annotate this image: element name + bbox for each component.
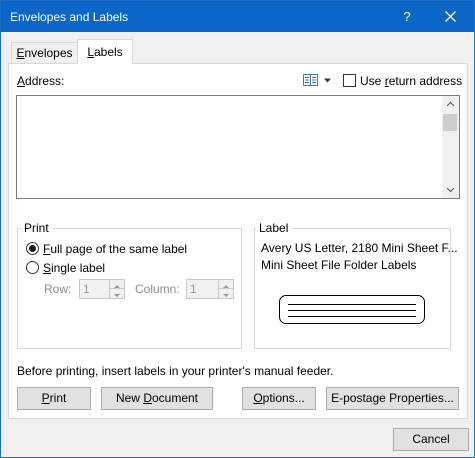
spin-down-icon: [114, 294, 120, 297]
address-label: Address:: [17, 74, 64, 88]
address-scrollbar[interactable]: [442, 96, 459, 198]
options-label: ptions...: [262, 391, 305, 405]
tab-labels[interactable]: Labels: [77, 39, 133, 64]
label-product-description[interactable]: Mini Sheet File Folder Labels: [261, 258, 416, 272]
scroll-up-icon: [446, 101, 455, 107]
row-value: 1: [83, 282, 90, 296]
title-bar: Envelopes and Labels ?: [1, 1, 474, 32]
new-doc-mnemonic: D: [143, 391, 152, 405]
options-mnemonic: O: [253, 391, 263, 405]
row-label: Row:: [44, 282, 72, 296]
column-label: Column:: [135, 282, 180, 296]
scroll-down-button[interactable]: [442, 181, 459, 198]
full-page-label[interactable]: Full page of the same label: [43, 242, 187, 256]
full-page-text: ull page of the same label: [50, 242, 188, 256]
new-doc-pre: New: [115, 391, 144, 405]
row-spinner[interactable]: 1: [79, 279, 125, 299]
print-button[interactable]: Print: [17, 387, 91, 410]
column-spinner[interactable]: 1: [186, 279, 234, 299]
scroll-up-button[interactable]: [442, 96, 459, 113]
column-value: 1: [190, 282, 197, 296]
new-doc-post: ocument: [151, 391, 199, 405]
new-document-button[interactable]: New Document: [101, 387, 213, 410]
tab-labels-mnemonic: L: [87, 45, 94, 59]
column-increment-button[interactable]: [219, 280, 233, 289]
options-button[interactable]: Options...: [242, 387, 316, 410]
row-increment-button[interactable]: [110, 280, 124, 289]
scroll-down-icon: [446, 187, 455, 193]
single-label-text: ingle label: [51, 261, 106, 275]
epostage-properties-button[interactable]: E-postage Properties...: [326, 387, 459, 410]
address-book-button[interactable]: [303, 72, 333, 88]
close-icon: [445, 11, 456, 22]
label-preview-line: [288, 310, 416, 311]
row-decrement-button[interactable]: [110, 289, 124, 298]
tab-envelopes-label: nvelopes: [24, 46, 73, 60]
address-book-icon: [303, 74, 331, 86]
print-mnemonic: P: [41, 391, 50, 405]
single-label-mnemonic: S: [43, 261, 52, 275]
window-title: Envelopes and Labels: [10, 10, 129, 24]
tab-envelopes[interactable]: Envelopes: [11, 42, 78, 63]
print-label: rint: [49, 391, 67, 405]
use-return-post: eturn address: [388, 74, 463, 88]
print-group-title: Print: [21, 221, 52, 235]
single-label-label[interactable]: Single label: [43, 261, 105, 275]
cancel-button[interactable]: Cancel: [393, 428, 469, 451]
full-page-radio[interactable]: [26, 242, 39, 255]
help-button[interactable]: ?: [392, 2, 422, 31]
address-textarea[interactable]: [16, 95, 460, 199]
single-label-radio[interactable]: [26, 261, 39, 274]
close-button[interactable]: [432, 2, 470, 31]
label-preview-line: [288, 316, 416, 317]
tab-labels-label: abels: [94, 45, 123, 59]
use-return-address-checkbox[interactable]: [343, 74, 356, 87]
spin-down-icon: [223, 294, 229, 297]
row-spinner-buttons[interactable]: [109, 280, 124, 298]
envelopes-labels-dialog: Envelopes and Labels ? Envelopes Labels …: [0, 0, 475, 458]
label-preview[interactable]: [279, 295, 425, 324]
column-spinner-buttons[interactable]: [218, 280, 233, 298]
label-preview-line: [288, 304, 416, 305]
column-decrement-button[interactable]: [219, 289, 233, 298]
scroll-thumb[interactable]: [443, 114, 457, 131]
label-group-title: Label: [256, 221, 292, 235]
address-label-text: ddress:: [25, 74, 65, 88]
feeder-hint: Before printing, insert labels in your p…: [17, 364, 334, 378]
use-return-pre: Use: [360, 74, 385, 88]
address-label-mnemonic: A: [17, 74, 26, 88]
label-product-name[interactable]: Avery US Letter, 2180 Mini Sheet F...: [261, 241, 458, 255]
use-return-address-label[interactable]: Use return address: [360, 74, 462, 88]
